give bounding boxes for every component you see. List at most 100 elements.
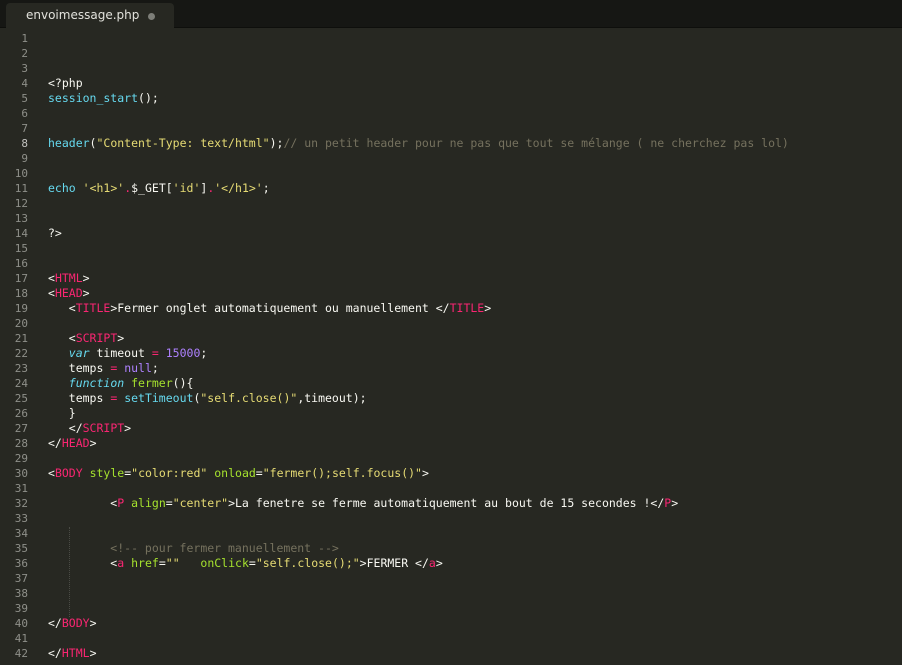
code-text: <HTML> xyxy=(48,271,90,286)
code-token: >FERMER </ xyxy=(359,556,429,570)
unsaved-dot-icon[interactable] xyxy=(148,13,155,20)
code-token: ,timeout); xyxy=(297,391,367,405)
code-token: null xyxy=(124,361,152,375)
code-token: >Fermer onglet automatiquement ou manuel… xyxy=(110,301,450,315)
code-token: timeout xyxy=(89,346,152,360)
line-number: 28 xyxy=(14,437,28,450)
code-line[interactable]: 19 <TITLE>Fermer onglet automatiquement … xyxy=(0,301,902,316)
code-text: </HEAD> xyxy=(48,436,97,451)
code-line[interactable]: 38 xyxy=(0,586,902,601)
code-line[interactable]: 17 <HTML> xyxy=(0,271,902,286)
code-line[interactable]: 42 </HTML> xyxy=(0,646,902,661)
code-line[interactable]: 24 function fermer(){ xyxy=(0,376,902,391)
line-number: 10 xyxy=(14,167,28,180)
code-token: '</h1>' xyxy=(214,181,263,195)
code-token: > xyxy=(89,436,97,450)
code-token: </ xyxy=(48,616,62,630)
code-token: > xyxy=(82,271,90,285)
code-line[interactable]: 39 xyxy=(0,601,902,616)
code-line[interactable]: 37 xyxy=(0,571,902,586)
code-token: "self.close()" xyxy=(200,391,298,405)
code-line[interactable]: 34 xyxy=(0,526,902,541)
code-token: > xyxy=(671,496,679,510)
code-line[interactable]: 32 <P align="center">La fenetre se ferme… xyxy=(0,496,902,511)
line-number: 4 xyxy=(21,77,28,90)
code-token: "Content-Type: text/html" xyxy=(96,136,270,150)
code-line[interactable]: 2 xyxy=(0,46,902,61)
code-line[interactable]: 20 xyxy=(0,316,902,331)
code-line[interactable]: 41 xyxy=(0,631,902,646)
code-token: > xyxy=(435,556,443,570)
code-token: = xyxy=(151,346,159,360)
line-number: 12 xyxy=(14,197,28,210)
code-line[interactable]: 40 </BODY> xyxy=(0,616,902,631)
code-line[interactable]: 8 header("Content-Type: text/html");// un… xyxy=(0,136,902,151)
tab-bar: envoimessage.php xyxy=(0,0,902,28)
line-number: 16 xyxy=(14,257,28,270)
line-number: 40 xyxy=(14,617,28,630)
code-line[interactable]: 26 } xyxy=(0,406,902,421)
code-line[interactable]: 14 ?> xyxy=(0,226,902,241)
code-line[interactable]: 3 xyxy=(0,61,902,76)
line-number: 18 xyxy=(14,287,28,300)
code-token: "color:red" xyxy=(131,466,208,480)
line-number: 34 xyxy=(14,527,28,540)
code-line[interactable]: 10 xyxy=(0,166,902,181)
code-line[interactable]: 5 session_start(); xyxy=(0,91,902,106)
code-line[interactable]: 15 xyxy=(0,241,902,256)
line-number: 35 xyxy=(14,542,28,555)
code-token: > xyxy=(421,466,429,480)
code-token: href xyxy=(131,556,159,570)
editor-window: envoimessage.php 1 2 3 4 <?php 5 session_start… xyxy=(0,0,902,665)
code-line[interactable]: 21 <SCRIPT> xyxy=(0,331,902,346)
code-line[interactable]: 28 </HEAD> xyxy=(0,436,902,451)
code-line[interactable]: 29 xyxy=(0,451,902,466)
code-line[interactable]: 1 xyxy=(0,31,902,46)
line-number: 7 xyxy=(21,122,28,135)
code-line[interactable]: 6 xyxy=(0,106,902,121)
line-number: 20 xyxy=(14,317,28,330)
line-number: 17 xyxy=(14,272,28,285)
code-token: </ xyxy=(48,646,62,660)
code-token: "" xyxy=(165,556,180,570)
code-line[interactable]: 33 xyxy=(0,511,902,526)
code-line[interactable]: 16 xyxy=(0,256,902,271)
code-token: 'id' xyxy=(172,181,201,195)
code-token: style xyxy=(89,466,125,480)
code-editor[interactable]: 1 2 3 4 <?php 5 session_start(); 6 7 8 header("Con… xyxy=(0,28,902,665)
code-line[interactable]: 13 xyxy=(0,211,902,226)
code-line[interactable]: 27 </SCRIPT> xyxy=(0,421,902,436)
code-text: <P align="center">La fenetre se ferme au… xyxy=(48,496,678,511)
code-line[interactable]: 9 xyxy=(0,151,902,166)
code-line[interactable]: 7 xyxy=(0,121,902,136)
line-number: 5 xyxy=(21,92,28,105)
code-line[interactable]: 12 xyxy=(0,196,902,211)
code-line[interactable]: 11 echo '<h1>'.$_GET['id'].'</h1>'; xyxy=(0,181,902,196)
tab-envoimessage[interactable]: envoimessage.php xyxy=(6,3,174,28)
code-token: HEAD xyxy=(61,436,90,450)
code-line[interactable]: 18 <HEAD> xyxy=(0,286,902,301)
code-line[interactable]: 4 <?php xyxy=(0,76,902,91)
code-token: <!-- pour fermer manuellement --> xyxy=(48,541,339,555)
line-number: 31 xyxy=(14,482,28,495)
code-line[interactable]: 23 temps = null; xyxy=(0,361,902,376)
code-token: > xyxy=(89,646,97,660)
code-line[interactable]: 22 var timeout = 15000; xyxy=(0,346,902,361)
code-line[interactable]: 30 <BODY style="color:red" onload="fermer… xyxy=(0,466,902,481)
line-number: 23 xyxy=(14,362,28,375)
code-line[interactable]: 35 <!-- pour fermer manuellement --> xyxy=(0,541,902,556)
code-line[interactable]: 25 temps = setTimeout("self.close()",tim… xyxy=(0,391,902,406)
code-text: <SCRIPT> xyxy=(48,331,124,346)
line-number: 22 xyxy=(14,347,28,360)
code-line[interactable]: 36 <a href="" onClick="self.close();">FE… xyxy=(0,556,902,571)
line-number: 2 xyxy=(21,47,28,60)
code-text: function fermer(){ xyxy=(48,376,194,391)
code-token: '<h1>' xyxy=(82,181,125,195)
code-line[interactable]: 31 xyxy=(0,481,902,496)
code-token: TITLE xyxy=(75,301,111,315)
code-text: <?php xyxy=(48,76,83,91)
code-text: echo '<h1>'.$_GET['id'].'</h1>'; xyxy=(48,181,270,196)
